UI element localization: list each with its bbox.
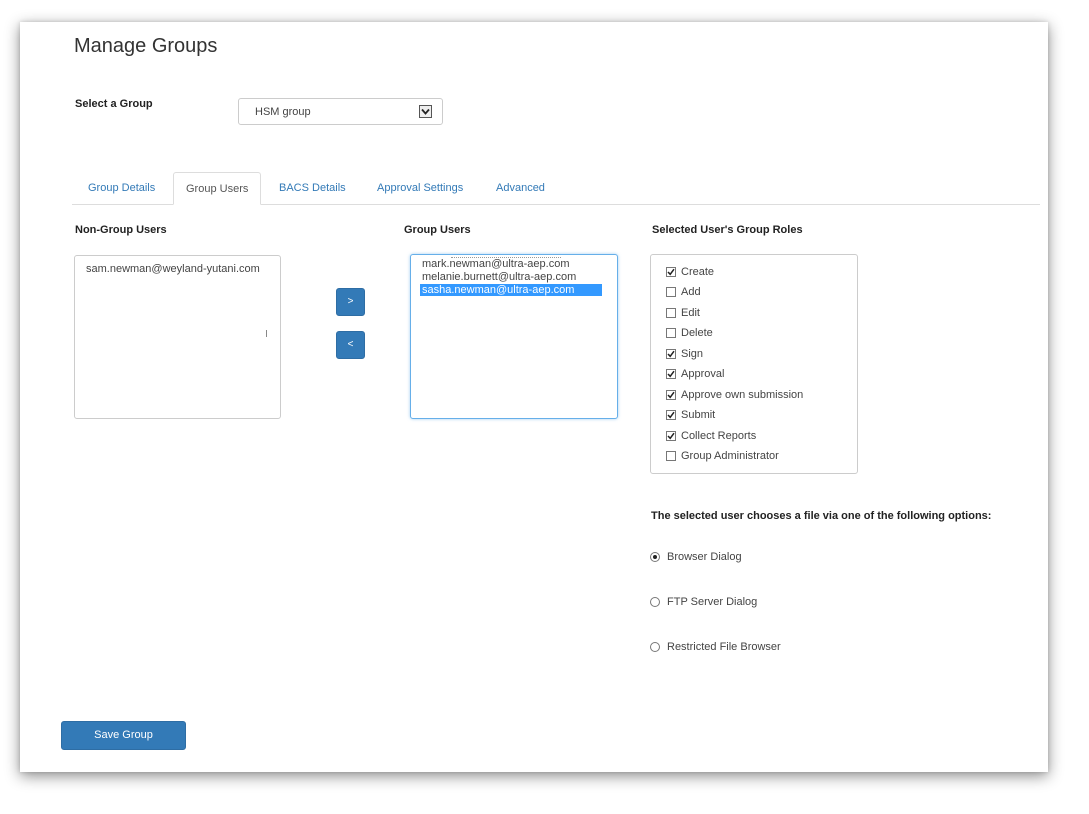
role-submit[interactable]: Submit (666, 409, 715, 421)
roles-box: Create Add Edit Delete Sign Approval App… (650, 254, 858, 474)
option-restricted-file-browser[interactable]: Restricted File Browser (650, 641, 781, 653)
role-approve-own-submission[interactable]: Approve own submission (666, 389, 803, 401)
list-item[interactable]: melanie.burnett@ultra-aep.com (422, 271, 576, 283)
option-ftp-server-dialog[interactable]: FTP Server Dialog (650, 596, 757, 608)
group-select[interactable]: HSM group (238, 98, 443, 125)
checkbox-unchecked[interactable] (666, 328, 676, 338)
checkbox-checked[interactable] (666, 410, 676, 420)
role-add[interactable]: Add (666, 286, 701, 298)
checkbox-unchecked[interactable] (666, 287, 676, 297)
tab-bacs-details[interactable]: BACS Details (279, 172, 346, 205)
checkbox-checked[interactable] (666, 431, 676, 441)
checkbox-checked[interactable] (666, 390, 676, 400)
tab-group-details[interactable]: Group Details (88, 172, 155, 205)
roles-heading: Selected User's Group Roles (652, 224, 803, 236)
non-group-users-heading: Non-Group Users (75, 224, 167, 236)
checkbox-checked[interactable] (666, 349, 676, 359)
tab-approval-settings[interactable]: Approval Settings (377, 172, 463, 205)
list-item[interactable]: sam.newman@weyland-yutani.com (86, 263, 260, 275)
radio-selected[interactable] (650, 552, 660, 562)
manage-groups-panel: Manage Groups Select a Group HSM group G… (20, 22, 1048, 772)
group-select-value: HSM group (255, 106, 311, 118)
non-group-users-list[interactable]: sam.newman@weyland-yutani.com (74, 255, 281, 419)
chevron-down-icon[interactable] (419, 105, 432, 118)
list-item[interactable]: mark.newman@ultra-aep.com (422, 258, 570, 270)
checkbox-unchecked[interactable] (666, 451, 676, 461)
select-group-label: Select a Group (75, 98, 153, 110)
text-cursor (266, 330, 267, 337)
list-item-selected[interactable]: sasha.newman@ultra-aep.com (420, 284, 602, 296)
radio-unselected[interactable] (650, 642, 660, 652)
role-create[interactable]: Create (666, 266, 714, 278)
role-approval[interactable]: Approval (666, 368, 724, 380)
file-options-heading: The selected user chooses a file via one… (651, 510, 992, 522)
save-group-button[interactable]: Save Group (61, 721, 186, 750)
role-edit[interactable]: Edit (666, 307, 700, 319)
checkbox-checked[interactable] (666, 267, 676, 277)
role-collect-reports[interactable]: Collect Reports (666, 430, 756, 442)
tab-advanced[interactable]: Advanced (496, 172, 545, 205)
add-to-group-button[interactable]: > (336, 288, 365, 316)
group-users-list[interactable]: mark.newman@ultra-aep.com melanie.burnet… (410, 254, 618, 419)
remove-from-group-button[interactable]: < (336, 331, 365, 359)
checkbox-unchecked[interactable] (666, 308, 676, 318)
radio-unselected[interactable] (650, 597, 660, 607)
role-delete[interactable]: Delete (666, 327, 713, 339)
page-title: Manage Groups (74, 35, 218, 57)
role-group-administrator[interactable]: Group Administrator (666, 450, 779, 462)
checkbox-checked[interactable] (666, 369, 676, 379)
tab-group-users[interactable]: Group Users (173, 172, 262, 205)
group-users-heading: Group Users (404, 224, 471, 236)
role-sign[interactable]: Sign (666, 348, 703, 360)
option-browser-dialog[interactable]: Browser Dialog (650, 551, 742, 563)
